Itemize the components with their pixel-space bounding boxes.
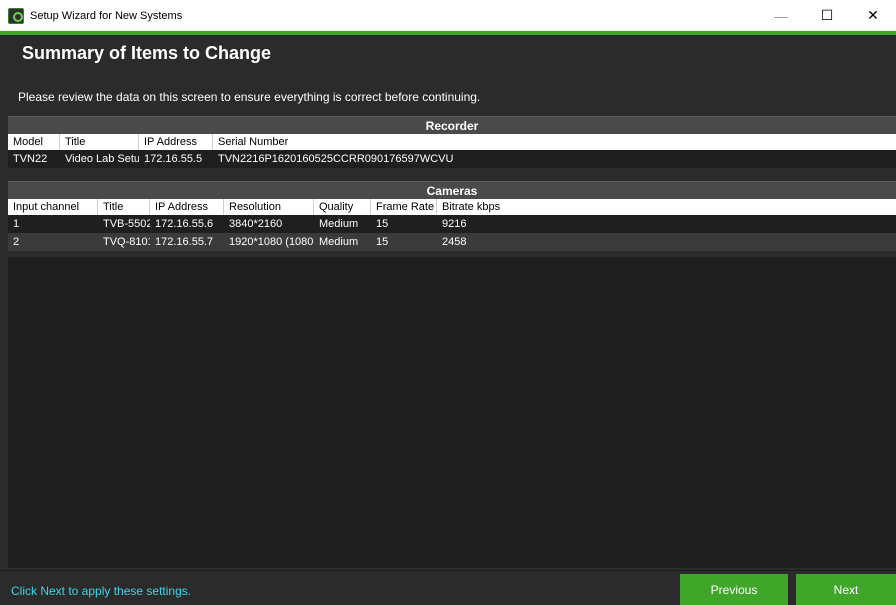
close-button[interactable]: ✕ xyxy=(850,0,896,31)
previous-button[interactable]: Previous xyxy=(680,574,788,605)
camera-quality-cell: Medium xyxy=(319,236,359,248)
setup-wizard-window: Setup Wizard for New Systems — ☐ ✕ Summa… xyxy=(0,0,896,605)
cameras-section: Cameras Input channel Title IP Address R… xyxy=(8,181,896,251)
table-row[interactable]: 2 TVQ-8101 172.16.55.7 1920*1080 (1080P)… xyxy=(8,233,896,251)
footer-message: Click Next to apply these settings. xyxy=(11,584,192,598)
page-title: Summary of Items to Change xyxy=(22,43,272,63)
recorder-ip-cell: 172.16.55.5 xyxy=(144,153,203,165)
recorder-section: Recorder Model Title IP Address Serial N… xyxy=(8,116,896,168)
maximize-button[interactable]: ☐ xyxy=(804,0,850,31)
camera-ip-cell: 172.16.55.7 xyxy=(155,236,214,248)
column-header-frame-rate[interactable]: Frame Rate xyxy=(371,199,437,215)
cameras-table-empty-area xyxy=(8,257,896,568)
column-header-model[interactable]: Model xyxy=(8,134,60,150)
recorder-serial-cell: TVN2216P1620160525CCRR090176597WCVU xyxy=(218,153,454,165)
camera-title-cell: TVQ-8101 xyxy=(103,236,150,248)
recorder-section-title: Recorder xyxy=(8,116,896,134)
recorder-model-cell: TVN22 xyxy=(13,153,48,165)
column-header-title[interactable]: Title xyxy=(60,134,139,150)
camera-ip-cell: 172.16.55.6 xyxy=(155,218,214,230)
column-header-resolution[interactable]: Resolution xyxy=(224,199,314,215)
window-controls: — ☐ ✕ xyxy=(758,0,896,31)
column-header-bitrate[interactable]: Bitrate kbps xyxy=(437,199,896,215)
next-button[interactable]: Next xyxy=(796,574,896,605)
camera-bitrate-cell: 9216 xyxy=(442,218,467,230)
column-header-ip-address[interactable]: IP Address xyxy=(139,134,213,150)
title-bar: Setup Wizard for New Systems — ☐ ✕ xyxy=(0,0,896,31)
instructions-text: Please review the data on this screen to… xyxy=(18,90,481,104)
camera-bitrate-cell: 2458 xyxy=(442,236,467,248)
camera-resolution-cell: 3840*2160 xyxy=(229,218,283,230)
cameras-section-title: Cameras xyxy=(8,181,896,199)
camera-resolution-cell: 1920*1080 (1080P) xyxy=(229,236,314,248)
camera-channel-cell: 1 xyxy=(13,218,20,230)
window-title: Setup Wizard for New Systems xyxy=(30,9,183,22)
camera-title-cell: TVB-5502 xyxy=(103,218,150,230)
recorder-table-header: Model Title IP Address Serial Number xyxy=(8,134,896,150)
app-logo-icon xyxy=(8,7,24,24)
column-header-quality[interactable]: Quality xyxy=(314,199,371,215)
table-row[interactable]: 1 TVB-5502 172.16.55.6 3840*2160 Medium … xyxy=(8,215,896,233)
column-header-ip-address[interactable]: IP Address xyxy=(150,199,224,215)
recorder-title-cell: Video Lab Setup xyxy=(65,153,139,165)
camera-frame-rate-cell: 15 xyxy=(376,218,389,230)
cameras-table-header: Input channel Title IP Address Resolutio… xyxy=(8,199,896,215)
column-header-input-channel[interactable]: Input channel xyxy=(8,199,98,215)
table-row[interactable]: TVN22 Video Lab Setup 172.16.55.5 TVN221… xyxy=(8,150,896,168)
camera-channel-cell: 2 xyxy=(13,236,20,248)
minimize-button[interactable]: — xyxy=(758,0,804,31)
camera-frame-rate-cell: 15 xyxy=(376,236,389,248)
camera-quality-cell: Medium xyxy=(319,218,359,230)
column-header-serial-number[interactable]: Serial Number xyxy=(213,134,896,150)
wizard-footer: Click Next to apply these settings. Prev… xyxy=(0,570,896,605)
column-header-title[interactable]: Title xyxy=(98,199,150,215)
